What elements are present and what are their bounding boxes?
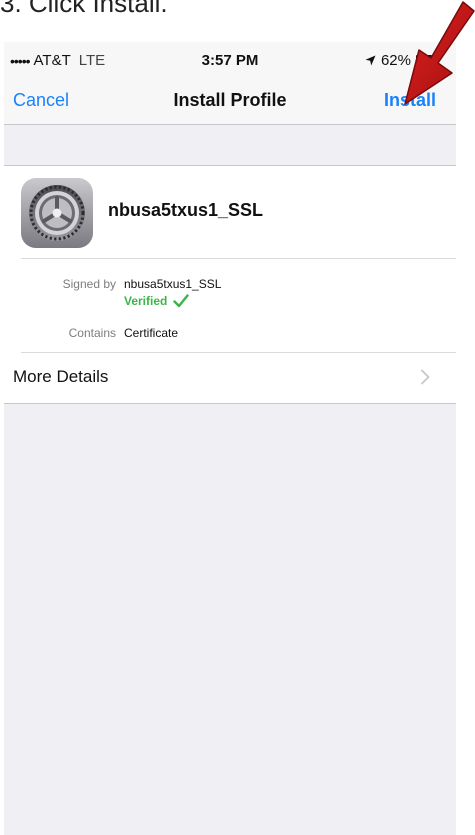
- iphone-screen: ••••• AT&T LTE 3:57 PM 62% Cancel Instal…: [4, 42, 456, 835]
- settings-gear-icon: [21, 178, 93, 248]
- navigation-bar: Cancel Install Profile Install: [4, 80, 456, 125]
- signed-by-label: Signed by: [62, 277, 116, 291]
- chevron-right-icon: [421, 369, 430, 385]
- contains-value: Certificate: [124, 326, 179, 340]
- red-arrow-icon: [404, 1, 475, 105]
- location-arrow-icon: [365, 55, 376, 66]
- verified-label: Verified: [124, 294, 168, 308]
- profile-card: nbusa5txus1_SSL Signed by nbusa5txus1_SS…: [4, 165, 456, 404]
- verified-status: Verified: [124, 294, 190, 308]
- separator: [21, 258, 456, 259]
- tutorial-screenshot: 3. Click Install. ••••• AT&T LTE 3:57 PM…: [0, 0, 475, 835]
- profile-name: nbusa5txus1_SSL: [108, 200, 264, 220]
- checkmark-icon: [173, 294, 190, 308]
- contains-label: Contains: [68, 326, 116, 340]
- instruction-caption: 3. Click Install.: [0, 0, 168, 18]
- more-details-row[interactable]: More Details: [4, 352, 456, 402]
- profile-header: nbusa5txus1_SSL: [4, 166, 456, 258]
- more-details-label: More Details: [13, 367, 109, 386]
- signed-by-value: nbusa5txus1_SSL: [124, 277, 222, 291]
- status-bar: ••••• AT&T LTE 3:57 PM 62%: [4, 42, 456, 80]
